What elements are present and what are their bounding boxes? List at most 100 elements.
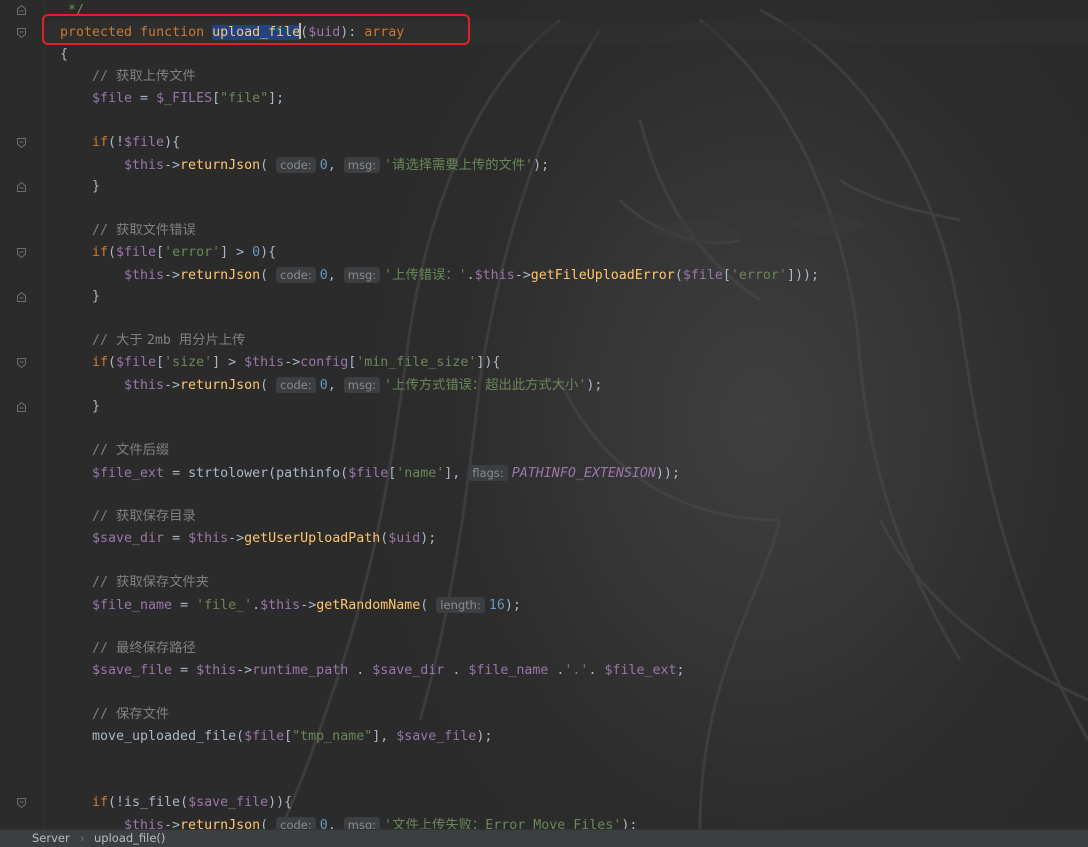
parameter-hint: msg:: [343, 817, 381, 829]
code-token: 用分片上传: [178, 333, 246, 348]
code-token: .: [252, 598, 261, 613]
code-token: (: [260, 818, 277, 829]
code-token: $save_dir: [372, 663, 445, 678]
breadcrumb-function[interactable]: upload_file(): [94, 830, 165, 847]
code-token: 获取保存目录: [116, 509, 196, 524]
code-line[interactable]: $this->returnJson( code: 0, msg: '请选择需要上传的…: [124, 154, 549, 176]
code-line[interactable]: }: [92, 396, 100, 418]
code-token: ,: [327, 158, 344, 173]
code-token: ]));: [786, 268, 819, 283]
code-token: =: [172, 663, 197, 678]
code-line[interactable]: move_uploaded_file($file["tmp_name"], $s…: [92, 726, 492, 748]
code-token: ],: [444, 466, 469, 481]
code-token: //: [92, 223, 117, 238]
code-token: (!: [108, 135, 125, 150]
code-line[interactable]: // 获取文件错误: [92, 220, 196, 242]
code-token: //: [92, 575, 117, 590]
code-token: (: [260, 378, 277, 393]
code-token: );: [420, 531, 437, 546]
code-line[interactable]: $this->returnJson( code: 0, msg: '上传错误：'.$…: [124, 264, 819, 286]
code-line[interactable]: $file = $_FILES["file"];: [92, 88, 284, 110]
code-line[interactable]: // 保存文件: [92, 704, 169, 726]
code-token: $save_file: [92, 663, 173, 678]
code-token: .: [588, 663, 605, 678]
code-token: ->: [300, 598, 317, 613]
code-token: $save_file: [396, 729, 477, 744]
code-token: //: [92, 707, 117, 722]
code-token: 上传错误：: [392, 268, 459, 283]
code-token: 0: [319, 378, 328, 393]
code-token: 16: [488, 598, 505, 613]
code-token: .: [348, 663, 373, 678]
code-token: returnJson: [180, 818, 261, 829]
code-line[interactable]: $save_file = $this->runtime_path . $save…: [92, 660, 685, 682]
code-token: getUserUploadPath: [244, 531, 381, 546]
code-token: (!is_file(: [108, 795, 189, 810]
code-line[interactable]: }: [92, 176, 100, 198]
code-token: $file: [116, 355, 157, 370]
red-annotation-box: [42, 14, 470, 45]
code-token: ->: [284, 355, 301, 370]
code-token: $this: [244, 355, 285, 370]
code-token: 保存文件: [116, 707, 170, 722]
code-line[interactable]: $this->returnJson( code: 0, msg: '文件上传失败：E…: [124, 814, 637, 829]
code-token: 'size': [164, 355, 213, 370]
code-token: );: [533, 158, 550, 173]
code-token: $file_name: [468, 663, 549, 678]
parameter-hint: msg:: [343, 377, 381, 393]
code-lines[interactable]: */protected function upload_file($uid): …: [0, 0, 1088, 829]
code-token: 文件上传失败：: [392, 818, 486, 829]
code-token: //: [92, 641, 117, 656]
code-token: 0: [252, 245, 261, 260]
code-token: ;: [676, 663, 685, 678]
code-token: //: [92, 69, 117, 84]
code-token: 请选择需要上传的文件: [392, 158, 526, 173]
code-token: 0: [319, 818, 328, 829]
code-token: $file_ext: [604, 663, 677, 678]
code-token: );: [476, 729, 493, 744]
code-token: }: [92, 289, 101, 304]
code-token: (: [108, 245, 117, 260]
code-line[interactable]: // 获取上传文件: [92, 66, 196, 88]
parameter-hint: code:: [276, 377, 316, 393]
code-token: ));: [655, 466, 680, 481]
code-line[interactable]: // 获取保存目录: [92, 506, 196, 528]
code-token: [: [212, 91, 221, 106]
code-line[interactable]: {: [60, 44, 68, 66]
code-line[interactable]: if(!is_file($save_file)){: [92, 792, 292, 814]
code-token: getFileUploadError: [530, 268, 675, 283]
code-line[interactable]: // 获取保存文件夹: [92, 572, 209, 594]
code-token: ]){: [476, 355, 501, 370]
code-token: ': [384, 378, 393, 393]
code-line[interactable]: $file_ext = strtolower(pathinfo($file['n…: [92, 462, 680, 484]
code-line[interactable]: if($file['error'] > 0){: [92, 242, 276, 264]
code-editor[interactable]: */protected function upload_file($uid): …: [0, 0, 1088, 829]
breadcrumb-file[interactable]: Server: [32, 830, 70, 847]
code-token: =: [164, 531, 189, 546]
code-line[interactable]: $file_name = 'file_'.$this->getRandomNam…: [92, 594, 521, 616]
code-line[interactable]: $this->returnJson( code: 0, msg: '上传方式错误：超…: [124, 374, 602, 396]
code-line[interactable]: }: [92, 286, 100, 308]
code-token: ,: [327, 268, 344, 283]
code-line[interactable]: if(!$file){: [92, 132, 180, 154]
code-token: ],: [372, 729, 397, 744]
code-line[interactable]: // 最终保存路径: [92, 638, 196, 660]
code-line[interactable]: // 大于 2mb 用分片上传: [92, 330, 245, 352]
code-token: 获取保存文件夹: [116, 575, 210, 590]
code-token: ->: [164, 158, 181, 173]
code-line[interactable]: // 文件后缀: [92, 440, 169, 462]
code-token: )){: [268, 795, 293, 810]
code-token: ->: [228, 531, 245, 546]
code-token: 'min_file_size': [356, 355, 477, 370]
code-token: [: [156, 355, 165, 370]
code-token: ,: [327, 818, 344, 829]
code-line[interactable]: $save_dir = $this->getUserUploadPath($ui…: [92, 528, 436, 550]
code-token: $this: [124, 158, 165, 173]
code-line[interactable]: if($file['size'] > $this->config['min_fi…: [92, 352, 500, 374]
code-token: $this: [124, 818, 165, 829]
breadcrumb-bar: Server › upload_file(): [0, 829, 1088, 847]
parameter-hint: code:: [276, 267, 316, 283]
code-token: Error Move Files': [485, 818, 622, 829]
code-token: 'error': [730, 268, 787, 283]
code-token: $this: [188, 531, 229, 546]
